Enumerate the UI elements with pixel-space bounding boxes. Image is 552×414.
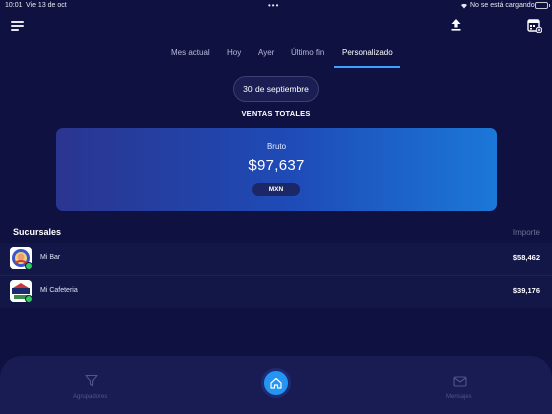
branch-name: Mi Bar <box>40 254 61 261</box>
menu-icon[interactable] <box>11 20 24 32</box>
nav-home[interactable] <box>264 371 288 395</box>
nav-agrupadores[interactable]: Agrupadores <box>70 356 114 414</box>
envelope-icon <box>453 376 467 387</box>
branch-row-mi-bar[interactable]: Mi Bar $58,462 <box>0 243 552 275</box>
date-selector-button[interactable]: 30 de septiembre <box>233 76 319 102</box>
multitasking-dots-icon[interactable]: ••• <box>268 1 279 10</box>
currency-badge[interactable]: MXN <box>252 183 300 196</box>
battery-icon <box>535 2 550 9</box>
active-tab-indicator <box>334 66 400 68</box>
branch-amount: $39,176 <box>512 286 540 295</box>
branch-name: Mi Cafeteria <box>40 287 78 294</box>
total-sales-card: Bruto $97,637 MXN <box>56 128 497 211</box>
charging-status: No se está cargando <box>470 2 535 9</box>
tab-personalizado[interactable]: Personalizado <box>342 48 393 57</box>
date-range-tabs: Mes actual Hoy Ayer Último fin Personali… <box>0 48 552 68</box>
nav-label-mensajes: Mensajes <box>446 394 472 400</box>
upload-icon[interactable] <box>449 18 463 32</box>
branches-title: Sucursales <box>13 227 62 237</box>
nav-label-agrupadores: Agrupadores <box>73 394 108 400</box>
tab-mes-actual[interactable]: Mes actual <box>171 48 210 57</box>
status-bar: 10:01 Vie 13 de oct ••• No se está carga… <box>0 0 552 12</box>
total-sales-title: VENTAS TOTALES <box>241 109 311 118</box>
home-icon <box>270 377 282 389</box>
calendar-icon[interactable] <box>527 18 542 33</box>
branch-row-mi-cafeteria[interactable]: Mi Cafeteria $39,176 <box>0 276 552 308</box>
tab-hoy[interactable]: Hoy <box>227 48 241 57</box>
tab-ayer[interactable]: Ayer <box>258 48 274 57</box>
funnel-icon <box>85 374 98 387</box>
nav-mensajes[interactable]: Mensajes <box>440 356 480 414</box>
branch-amount: $58,462 <box>512 253 540 262</box>
active-status-icon <box>25 262 33 270</box>
tab-ultimo-fin[interactable]: Último fin <box>291 48 324 57</box>
status-time: 10:01 <box>5 2 23 9</box>
wifi-icon <box>461 3 467 9</box>
active-status-icon <box>25 295 33 303</box>
gross-label: Bruto <box>266 142 287 151</box>
amount-column-header: Importe <box>512 228 540 237</box>
bottom-navigation: Agrupadores Mensajes <box>0 356 552 414</box>
total-amount: $97,637 <box>248 157 305 174</box>
status-date: Vie 13 de oct <box>26 2 67 9</box>
